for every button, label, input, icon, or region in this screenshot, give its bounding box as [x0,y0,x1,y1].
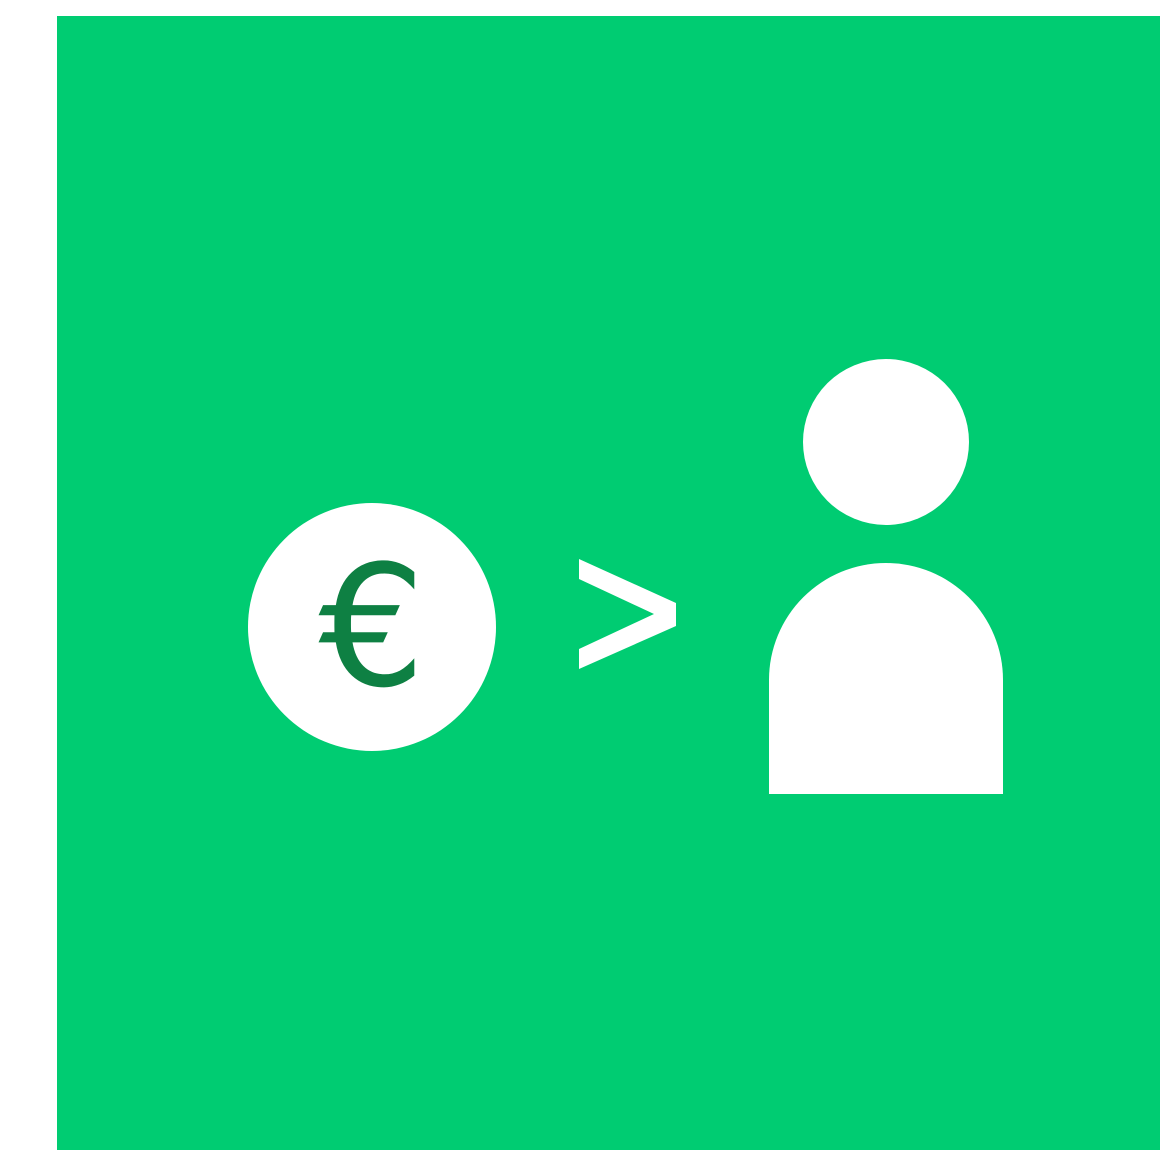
illustration-canvas: € [0,0,1160,1150]
person-body [769,563,1003,794]
person-head [803,359,969,525]
person-icon [769,359,1003,794]
